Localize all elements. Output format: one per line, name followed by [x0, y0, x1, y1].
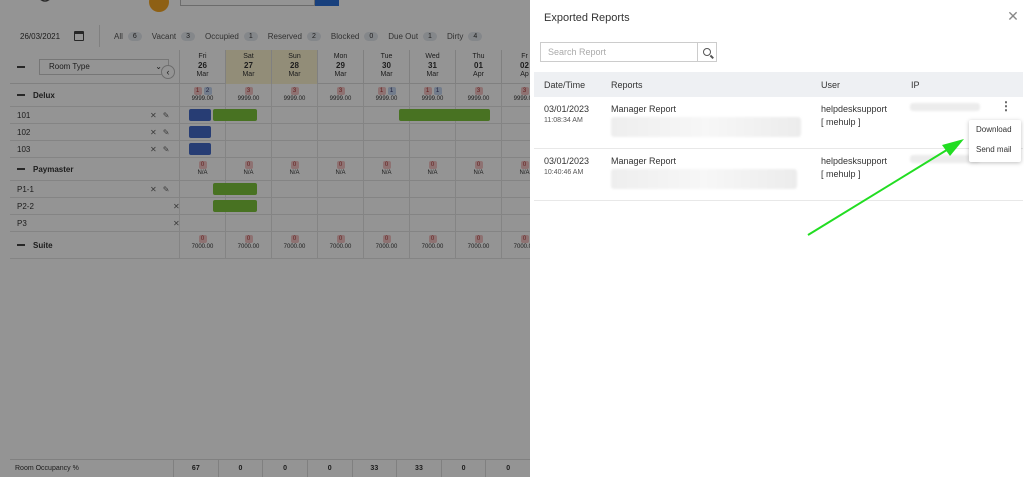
row-user: helpdesksupport — [821, 156, 888, 166]
row-user-alias: [ mehulp ] — [821, 169, 861, 179]
column-header-datetime: Date/Time — [544, 79, 586, 90]
table-row: 03/01/2023 10:40:46 AM Manager Report he… — [534, 149, 1023, 201]
search-button[interactable] — [697, 43, 716, 61]
row-actions-menu: Download Send mail — [969, 120, 1021, 162]
report-search — [540, 42, 717, 62]
column-header-ip: IP — [911, 79, 920, 90]
close-icon[interactable]: ✕ — [1006, 9, 1020, 23]
row-user-alias: [ mehulp ] — [821, 117, 861, 127]
send-mail-menu-item[interactable]: Send mail — [969, 140, 1021, 160]
redacted-details — [611, 117, 801, 137]
row-date: 03/01/2023 — [544, 104, 590, 114]
report-name: Manager Report — [611, 156, 677, 166]
download-menu-item[interactable]: Download — [969, 120, 1021, 140]
row-user: helpdesksupport — [821, 104, 888, 114]
table-row: 03/01/2023 11:08:34 AM Manager Report he… — [534, 97, 1023, 149]
search-input[interactable] — [541, 43, 697, 61]
table-header: Date/Time Reports User IP — [534, 72, 1023, 97]
panel-title: Exported Reports — [544, 12, 630, 24]
row-time: 11:08:34 AM — [544, 117, 583, 124]
column-header-reports: Reports — [611, 79, 643, 90]
more-vertical-icon[interactable]: ⋮ — [1000, 100, 1012, 112]
modal-backdrop[interactable] — [0, 0, 530, 477]
report-name: Manager Report — [611, 104, 677, 114]
row-date: 03/01/2023 — [544, 156, 590, 166]
column-header-user: User — [821, 79, 841, 90]
row-time: 10:40:46 AM — [544, 169, 584, 176]
exported-reports-panel: Exported Reports ✕ Date/Time Reports Use… — [530, 0, 1024, 477]
redacted-ip — [910, 103, 980, 111]
redacted-details — [611, 169, 797, 189]
search-icon — [703, 48, 711, 56]
